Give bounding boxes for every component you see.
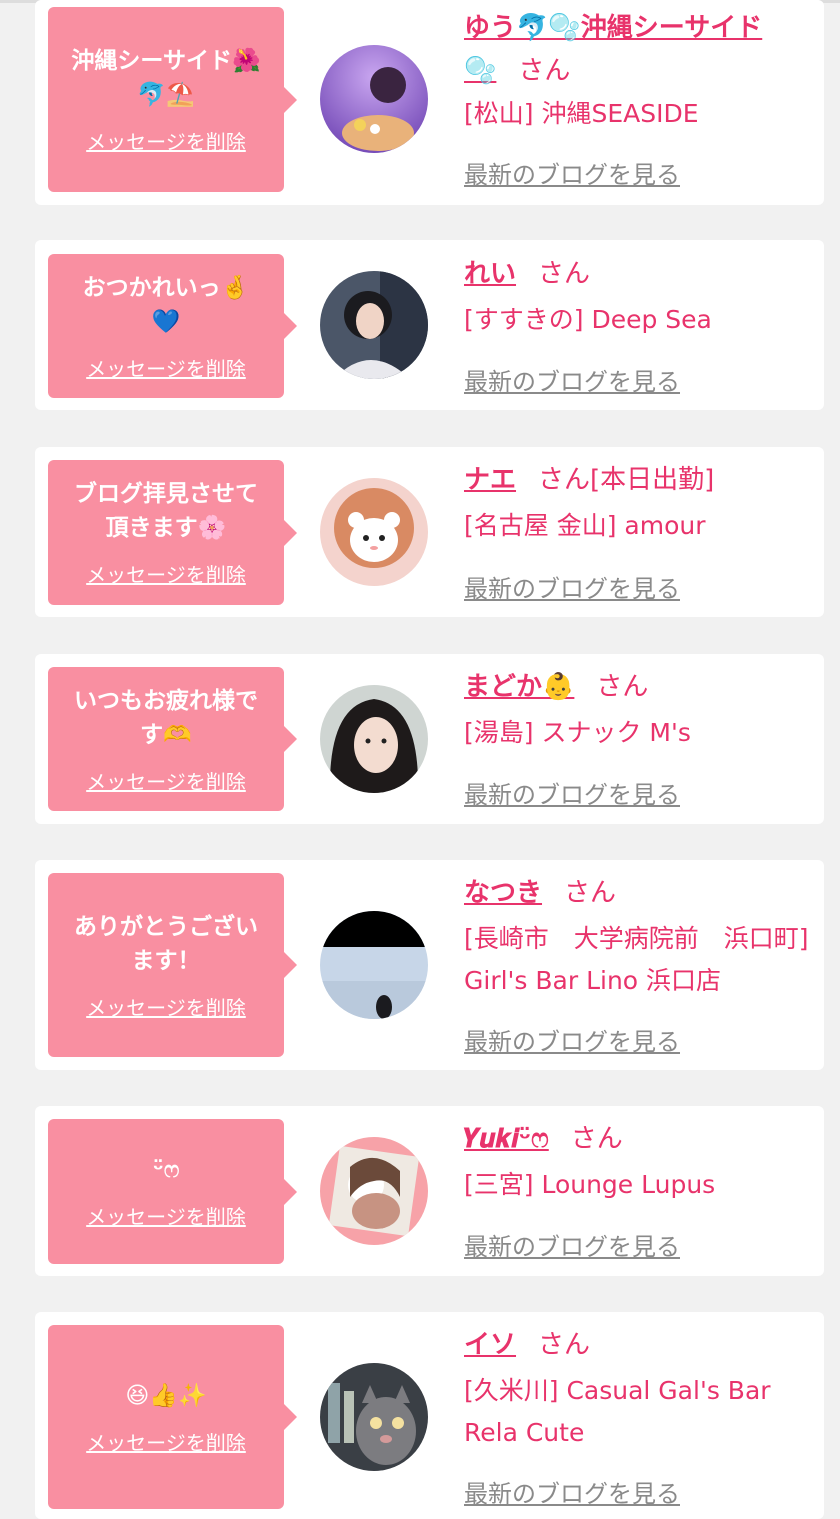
- name-line: まどか👶 さん: [464, 667, 814, 707]
- message-bubble: ᵕ̈ෆ メッセージを削除: [48, 1119, 297, 1264]
- name-line: れい さん: [464, 254, 814, 294]
- avatar[interactable]: [320, 478, 428, 586]
- message-card: ブログ拝見させて 頂きます🌸 メッセージを削除 ナエ さん[本日出勤] [名古屋 …: [35, 447, 824, 617]
- avatar[interactable]: [320, 685, 428, 793]
- delete-message-link[interactable]: メッセージを削除: [86, 766, 246, 795]
- cast-name-link[interactable]: 𝒀𝒖𝒌𝒊ᵕ̈ෆ: [464, 1124, 549, 1154]
- message-card: ありがとうござい ます！ メッセージを削除 なつき さん [長崎市 大学病院前 浜…: [35, 860, 824, 1070]
- name-line: イソ さん: [464, 1325, 814, 1365]
- message-bubble: ありがとうござい ます！ メッセージを削除: [48, 873, 297, 1057]
- cast-name-link[interactable]: なつき: [464, 878, 542, 908]
- cast-name-link[interactable]: れい: [464, 259, 516, 289]
- message-card: 沖縄シーサイド🌺 🐬⛱️ メッセージを削除 ゆう🐬🫧沖縄シーサイド 🫧 さん [松…: [35, 0, 824, 205]
- honorific: さん: [570, 1124, 623, 1154]
- cast-name-link[interactable]: ナエ: [464, 465, 516, 495]
- message-text: おつかれいっ🤞 💙: [82, 274, 250, 335]
- message-text: 沖縄シーサイド🌺 🐬⛱️: [71, 48, 261, 108]
- avatar[interactable]: [320, 45, 428, 153]
- message-bubble: ブログ拝見させて 頂きます🌸 メッセージを削除: [48, 460, 297, 605]
- latest-blog-link[interactable]: 最新のブログを見る: [464, 362, 680, 397]
- shop-name: [松山] 沖縄SEASIDE: [464, 99, 699, 128]
- message-text: ありがとうござい ます！: [74, 913, 258, 974]
- message-text: 😆👍✨: [125, 1382, 207, 1409]
- shop-name: [すすきの] Deep Sea: [464, 305, 712, 334]
- delete-message-link[interactable]: メッセージを削除: [86, 992, 246, 1021]
- delete-message-link[interactable]: メッセージを削除: [86, 126, 246, 155]
- shop-name: [湯島] スナック M's: [464, 718, 691, 747]
- latest-blog-link[interactable]: 最新のブログを見る: [464, 1022, 680, 1057]
- message-text: いつもお疲れ様で す🫶: [74, 687, 258, 748]
- cast-name-link[interactable]: まどか👶: [464, 672, 574, 702]
- message-card: ᵕ̈ෆ メッセージを削除 𝒀𝒖𝒌𝒊ᵕ̈ෆ さん [三宮] Lounge Lupus…: [35, 1106, 824, 1276]
- honorific: さん: [518, 56, 571, 86]
- shop-name: [長崎市 大学病院前 浜口町] Girl's Bar Lino 浜口店: [464, 924, 809, 995]
- avatar[interactable]: [320, 1363, 428, 1471]
- cast-info: れい さん [すすきの] Deep Sea 最新のブログを見る: [464, 254, 814, 396]
- delete-message-link[interactable]: メッセージを削除: [86, 559, 246, 588]
- avatar[interactable]: [320, 271, 428, 379]
- honorific: さん: [538, 465, 591, 495]
- message-bubble: 😆👍✨ メッセージを削除: [48, 1325, 297, 1509]
- name-line: ナエ さん[本日出勤]: [464, 460, 814, 500]
- avatar[interactable]: [320, 1137, 428, 1245]
- cast-info: イソ さん [久米川] Casual Gal's Bar Rela Cute 最新…: [464, 1325, 814, 1508]
- message-bubble: いつもお疲れ様で す🫶 メッセージを削除: [48, 667, 297, 811]
- honorific: さん: [564, 878, 617, 908]
- avatar[interactable]: [320, 911, 428, 1019]
- message-card: いつもお疲れ様で す🫶 メッセージを削除 まどか👶 さん [湯島] スナック M'…: [35, 654, 824, 824]
- latest-blog-link[interactable]: 最新のブログを見る: [464, 775, 680, 810]
- name-line: なつき さん: [464, 873, 814, 913]
- cast-info: 𝒀𝒖𝒌𝒊ᵕ̈ෆ さん [三宮] Lounge Lupus 最新のブログを見る: [464, 1119, 814, 1261]
- latest-blog-link[interactable]: 最新のブログを見る: [464, 1227, 680, 1262]
- message-card: おつかれいっ🤞 💙 メッセージを削除 れい さん [すすきの] Deep Sea …: [35, 240, 824, 410]
- delete-message-link[interactable]: メッセージを削除: [86, 1201, 246, 1230]
- message-bubble: 沖縄シーサイド🌺 🐬⛱️ メッセージを削除: [48, 7, 297, 192]
- name-line: 𝒀𝒖𝒌𝒊ᵕ̈ෆ さん: [464, 1119, 814, 1159]
- message-card: 😆👍✨ メッセージを削除 イソ さん [久米川] Casual Gal's Bar…: [35, 1312, 824, 1519]
- cast-info: まどか👶 さん [湯島] スナック M's 最新のブログを見る: [464, 667, 814, 809]
- latest-blog-link[interactable]: 最新のブログを見る: [464, 1474, 680, 1509]
- cast-info: なつき さん [長崎市 大学病院前 浜口町] Girl's Bar Lino 浜口…: [464, 873, 814, 1056]
- name-line: ゆう🐬🫧沖縄シーサイド 🫧 さん: [464, 7, 814, 93]
- cast-name-link[interactable]: イソ: [464, 1330, 516, 1360]
- honorific: さん: [596, 672, 649, 702]
- shop-name: [名古屋 金山] amour: [464, 511, 706, 540]
- shop-name: [三宮] Lounge Lupus: [464, 1170, 716, 1199]
- delete-message-link[interactable]: メッセージを削除: [86, 353, 246, 382]
- delete-message-link[interactable]: メッセージを削除: [86, 1427, 246, 1456]
- cast-info: ナエ さん[本日出勤] [名古屋 金山] amour 最新のブログを見る: [464, 460, 814, 603]
- latest-blog-link[interactable]: 最新のブログを見る: [464, 569, 680, 604]
- cast-info: ゆう🐬🫧沖縄シーサイド 🫧 さん [松山] 沖縄SEASIDE 最新のブログを見る: [464, 7, 814, 189]
- shop-name: [久米川] Casual Gal's Bar Rela Cute: [464, 1376, 771, 1447]
- cast-name-link[interactable]: ゆう🐬🫧沖縄シーサイド 🫧: [464, 13, 762, 86]
- message-text: ᵕ̈ෆ: [152, 1157, 180, 1183]
- latest-blog-link[interactable]: 最新のブログを見る: [464, 155, 680, 190]
- honorific: さん: [538, 1330, 591, 1360]
- message-text: ブログ拝見させて 頂きます🌸: [74, 481, 258, 541]
- message-bubble: おつかれいっ🤞 💙 メッセージを削除: [48, 254, 297, 398]
- attendance-status: [本日出勤]: [590, 465, 715, 495]
- honorific: さん: [538, 259, 591, 289]
